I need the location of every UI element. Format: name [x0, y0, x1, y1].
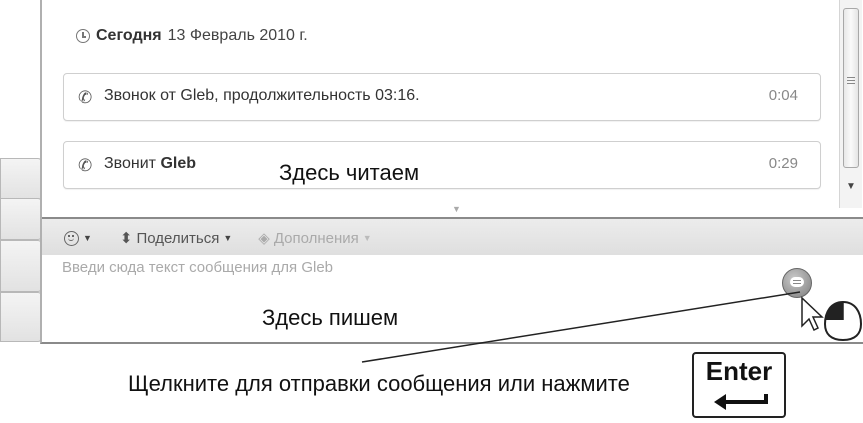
enter-key: Enter [692, 352, 786, 418]
enter-arrow-icon [714, 394, 768, 410]
cursor-icon [801, 296, 824, 332]
enter-key-label: Enter [705, 356, 773, 386]
caption-text: Щелкните для отправки сообщения или нажм… [128, 371, 630, 396]
mouse-icon [823, 300, 863, 342]
